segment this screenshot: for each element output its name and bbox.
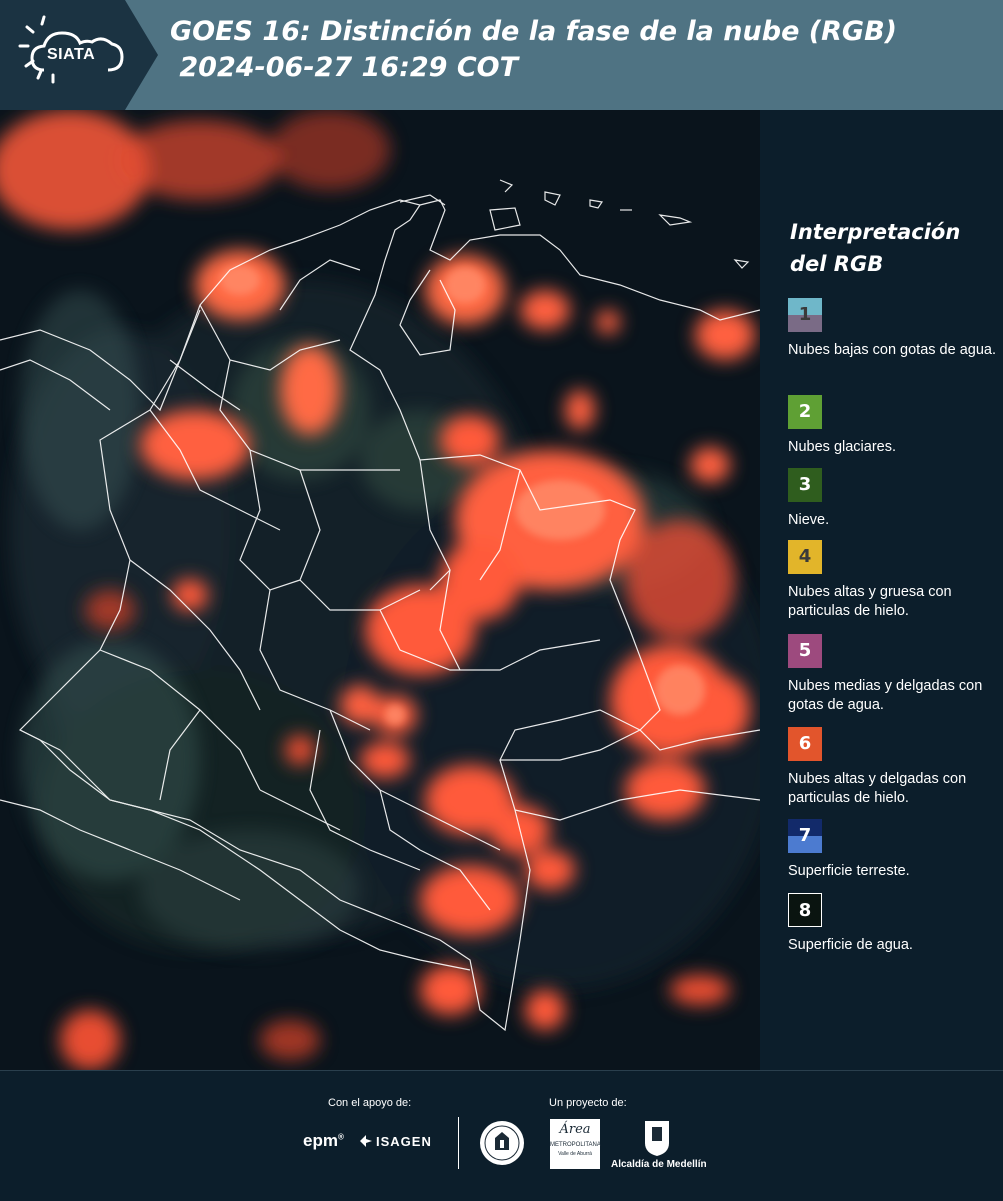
title-line-2: 2024-06-27 16:29 COT [170, 52, 519, 83]
legend-label-3: Nieve. [788, 512, 830, 528]
legend-number-4: 4 [798, 546, 812, 567]
legend-swatch-6: 6 [788, 727, 822, 761]
legend-panel: Interpretación del RGB 1 Nubes bajas con… [760, 110, 1003, 1070]
satellite-image-icon [0, 110, 760, 1070]
header-bar: SIATA GOES 16: Distinción de la fase de … [0, 0, 1003, 110]
legend-number-6: 6 [798, 733, 812, 754]
legend-swatch-8: 8 [788, 893, 822, 927]
legend-number-2: 2 [798, 401, 812, 422]
legend-number-3: 3 [798, 474, 812, 495]
legend-item-8: 8 Superficie de agua. [788, 893, 998, 955]
legend-label-7: Superficie terreste. [788, 863, 910, 879]
page-title: GOES 16: Distinción de la fase de la nub… [170, 14, 897, 86]
legend-swatch-2: 2 [788, 395, 822, 429]
legend-label-8: Superficie de agua. [788, 937, 913, 953]
logo-text: SIATA [47, 46, 96, 63]
legend-number-7: 7 [798, 825, 812, 846]
legend-label-2: Nubes glaciares. [788, 439, 896, 455]
alcaldia-label: Alcaldía de Medellín [611, 1159, 707, 1170]
legend-label-5: Nubes medias y delgadas con gotas de agu… [788, 678, 983, 713]
legend-label-4: Nubes altas y gruesa con particulas de h… [788, 584, 952, 619]
legend-number-1: 1 [798, 304, 812, 325]
alcaldia-crest-icon [643, 1119, 671, 1157]
legend-item-2: 2 Nubes glaciares. [788, 395, 998, 457]
isagen-logo: ISAGEN [360, 1134, 432, 1149]
legend-item-4: 4 Nubes altas y gruesa con particulas de… [788, 540, 998, 621]
legend-item-5: 5 Nubes medias y delgadas con gotas de a… [788, 634, 998, 715]
project-label: Un proyecto de: [549, 1097, 627, 1109]
legend-item-3: 3 Nieve. [788, 468, 998, 530]
support-label: Con el apoyo de: [328, 1097, 412, 1109]
legend-swatch-3: 3 [788, 468, 822, 502]
seal-icon [479, 1120, 525, 1166]
legend-swatch-1: 1 [788, 298, 822, 332]
legend-label-1: Nubes bajas con gotas de agua. [788, 342, 996, 358]
legend-number-8: 8 [798, 900, 812, 921]
legend-item-7: 7 Superficie terreste. [788, 819, 998, 881]
legend-swatch-5: 5 [788, 634, 822, 668]
title-line-1: GOES 16: Distinción de la fase de la nub… [170, 16, 897, 47]
legend-number-5: 5 [798, 640, 812, 661]
legend-title: Interpretación del RGB [790, 220, 961, 276]
legend-label-6: Nubes altas y delgadas con particulas de… [788, 771, 967, 806]
area-metropolitana-logo: Área METROPOLITANA Valle de Aburrá [550, 1119, 601, 1169]
legend-item-6: 6 Nubes altas y delgadas con particulas … [788, 727, 998, 808]
isagen-text: ISAGEN [376, 1134, 432, 1149]
legend-swatch-7: 7 [788, 819, 822, 853]
legend-item-1: 1 Nubes bajas con gotas de agua. [788, 298, 998, 360]
area-subtitle-2: Valle de Aburrá [558, 1151, 592, 1157]
legend-swatch-4: 4 [788, 540, 822, 574]
epm-mark: ® [337, 1132, 344, 1142]
area-subtitle: METROPOLITANA [550, 1142, 601, 1148]
isagen-icon [360, 1135, 372, 1147]
area-title: Área [559, 1122, 591, 1137]
epm-text: epm [303, 1131, 338, 1150]
epm-logo: epm® [303, 1131, 344, 1151]
footer: Con el apoyo de: Un proyecto de: epm® IS… [0, 1070, 1003, 1201]
satellite-map [0, 110, 760, 1070]
footer-divider [458, 1117, 459, 1169]
